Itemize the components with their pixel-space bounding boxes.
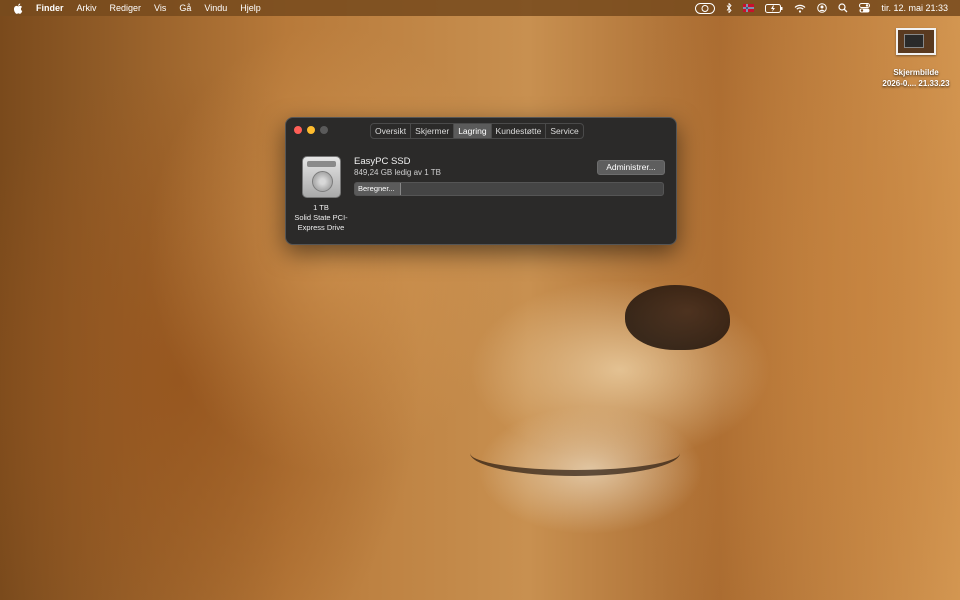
menu-rediger[interactable]: Rediger: [110, 3, 142, 13]
wallpaper-lion-nose: [625, 285, 730, 350]
storage-calculating-segment: Beregner...: [355, 183, 401, 195]
search-icon[interactable]: [838, 3, 848, 13]
screenshot-thumbnail-icon: [896, 28, 936, 55]
storage-usage-bar: Beregner...: [354, 182, 664, 196]
tab-oversikt[interactable]: Oversikt: [371, 124, 412, 138]
wallpaper-lion-mouth: [470, 430, 680, 476]
hard-drive-icon: [302, 156, 341, 198]
desktop-screenshot-file[interactable]: Skjermbilde 2026-0.... 21.33.23: [870, 28, 960, 89]
drive-name: EasyPC SSD: [354, 156, 411, 167]
tab-lagring[interactable]: Lagring: [454, 124, 492, 138]
menu-bar: Finder Arkiv Rediger Vis Gå Vindu Hjelp …: [0, 0, 960, 16]
window-controls: [294, 126, 333, 134]
tab-service[interactable]: Service: [546, 124, 582, 138]
tab-kundestotte[interactable]: Kundestøtte: [492, 124, 547, 138]
window-titlebar[interactable]: Oversikt Skjermer Lagring Kundestøtte Se…: [286, 118, 676, 142]
minimize-button[interactable]: [307, 126, 315, 134]
browser-network-icon[interactable]: [695, 2, 716, 14]
menubar-clock[interactable]: tir. 12. mai 21:33: [881, 3, 948, 13]
drive-free-space: 849,24 GB ledig av 1 TB: [354, 168, 442, 177]
drive-type-label: Solid State PCI-Express Drive: [294, 213, 348, 232]
menu-ga[interactable]: Gå: [179, 3, 191, 13]
wifi-icon[interactable]: [794, 4, 806, 13]
bluetooth-icon[interactable]: [726, 3, 733, 13]
desktop-wallpaper: [0, 0, 960, 600]
screenshot-filename-line2: 2026-0.... 21.33.23: [882, 79, 950, 88]
user-icon[interactable]: [817, 3, 828, 13]
zoom-button[interactable]: [320, 126, 328, 134]
menu-vindu[interactable]: Vindu: [204, 3, 227, 13]
menu-finder[interactable]: Finder: [36, 3, 64, 13]
drive-caption: 1 TB Solid State PCI-Express Drive: [290, 203, 352, 233]
menu-arkiv[interactable]: Arkiv: [77, 3, 97, 13]
manage-storage-button[interactable]: Administrer...: [597, 160, 665, 175]
status-area: tir. 12. mai 21:33: [684, 0, 948, 16]
menu-vis[interactable]: Vis: [154, 3, 166, 13]
keyboard-flag-icon[interactable]: [743, 4, 755, 12]
control-center-icon[interactable]: [859, 3, 871, 13]
about-this-mac-window: Oversikt Skjermer Lagring Kundestøtte Se…: [285, 117, 677, 245]
tab-skjermer[interactable]: Skjermer: [411, 124, 455, 138]
screenshot-filename-line1: Skjermbilde: [893, 68, 939, 77]
battery-icon[interactable]: [765, 3, 783, 13]
window-tab-bar: Oversikt Skjermer Lagring Kundestøtte Se…: [370, 123, 584, 139]
apple-logo-icon[interactable]: [12, 2, 24, 14]
menu-hjelp[interactable]: Hjelp: [240, 3, 261, 13]
close-button[interactable]: [294, 126, 302, 134]
drive-capacity-label: 1 TB: [313, 203, 329, 212]
